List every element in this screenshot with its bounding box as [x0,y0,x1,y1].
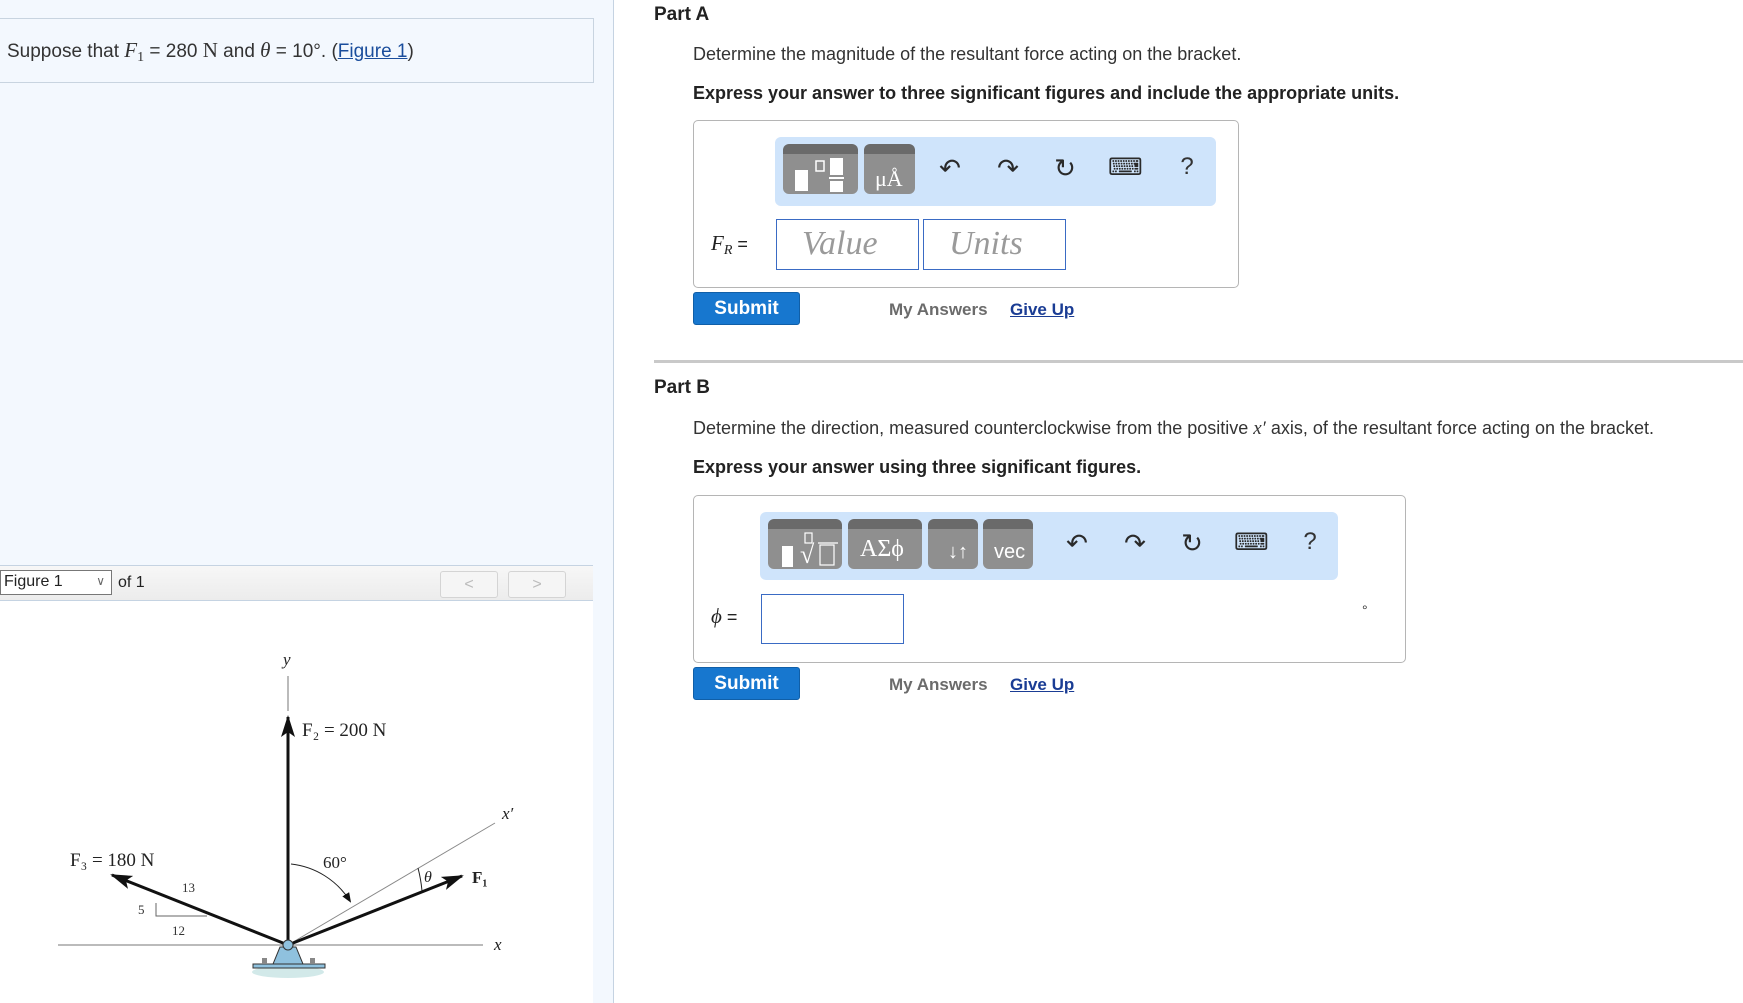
f1-letter: F [124,38,138,62]
angle-60-label: 60° [323,853,347,872]
keyboard-icon[interactable]: ⌨ [1108,153,1143,182]
units-icon: μÅ [875,166,903,191]
figure-area: y x x′ F₂ = 200 N F₃ = 180 N F₁ 60° θ 13… [0,601,593,1003]
part-a-my-answers: My Answers [889,300,988,319]
vec-icon: vec [994,541,1026,563]
degree-unit: ° [1362,602,1368,618]
greek-letters-button[interactable]: ΑΣϕ [848,519,922,569]
problem-text-prefix: Suppose that [7,41,125,62]
problem-statement-box: Suppose that F1 = 280 N and θ = 10°. (Fi… [0,18,594,83]
part-b-give-up-link[interactable]: Give Up [1010,675,1074,695]
part-b-answer-box: √ ΑΣϕ ↓↑ vec ↶ ↷ ↻ ⌨ ? ϕ = ° [693,495,1406,663]
slope-hyp-label: 13 [182,880,195,895]
x-axis-label: x [493,935,502,954]
problem-text-suffix: ) [407,41,414,62]
part-b-instruction: Express your answer using three signific… [693,457,1142,477]
part-divider [654,360,1743,363]
phi-label: ϕ = [711,604,737,629]
bolt-right [310,958,315,964]
phi-input[interactable] [761,594,904,644]
units-button[interactable]: μÅ [864,144,915,194]
part-b-question: Determine the direction, measured counte… [693,418,1654,440]
theta-label: θ [424,869,432,886]
part-a-give-up-link[interactable]: Give Up [1010,300,1074,320]
templates-icon [795,158,844,192]
reset-icon[interactable]: ↻ [1048,153,1082,184]
part-b-math-toolbar: √ ΑΣϕ ↓↑ vec ↶ ↷ ↻ ⌨ ? [760,512,1338,580]
part-a-question: Determine the magnitude of the resultant… [693,44,1242,64]
figure-count: of 1 [118,574,145,591]
phi-equals: = [721,607,738,627]
svg-text:√: √ [800,540,815,569]
problem-panel: Suppose that F1 = 280 N and θ = 10°. (Fi… [0,0,614,1003]
x-prime-axis [287,822,496,946]
part-a-answer-box: μÅ ↶ ↷ ↻ ⌨ ? FR = Value Units [693,120,1239,288]
units-input[interactable]: Units [923,219,1066,270]
undo-icon[interactable]: ↶ [1060,528,1094,559]
part-b-my-answers: My Answers [889,675,988,694]
part-b-title: Part B [654,377,710,398]
templates-button[interactable]: √ [768,519,842,569]
slope-run-label: 12 [172,923,185,938]
y-axis-label: y [281,650,291,669]
f1-symbol: F1 [124,38,144,65]
radical-templates-icon: √ [782,532,838,569]
x-prime-label: x′ [501,804,514,823]
templates-button[interactable] [783,144,858,194]
theta-symbol: θ [260,38,271,62]
problem-statement: Suppose that F1 = 280 N and θ = 10°. (Fi… [7,38,414,66]
fr-equals: = [732,234,748,254]
part-b-submit-button[interactable]: Submit [693,667,800,700]
redo-icon[interactable]: ↷ [991,153,1025,184]
theta-arc [417,867,423,892]
help-icon[interactable]: ? [1170,153,1204,181]
value-input[interactable]: Value [776,219,919,270]
chevron-right-icon: > [532,576,542,593]
vector-button[interactable]: vec [983,519,1033,569]
chevron-left-icon: < [464,576,474,593]
slope-rise-label: 5 [138,902,145,917]
theta-value: = 10°. ( [270,41,338,62]
part-b-question-prefix: Determine the direction, measured counte… [693,418,1254,438]
arrows-button[interactable]: ↓↑ [928,519,978,569]
fr-letter: F [711,231,724,255]
greek-icon: ΑΣϕ [860,536,904,562]
pin [282,939,294,951]
bracket-plate [252,963,326,969]
f2-label: F₂ = 200 N [302,720,387,741]
previous-figure-button[interactable]: < [440,571,498,598]
phi-symbol: ϕ [711,604,722,628]
figure-select[interactable]: Figure 1 ∨ [0,570,112,595]
bracket-force-diagram: y x x′ F₂ = 200 N F₃ = 180 N F₁ 60° θ 13… [58,650,514,978]
undo-icon[interactable]: ↶ [933,153,967,184]
figure-select-value: Figure 1 [4,573,63,590]
part-a-submit-button[interactable]: Submit [693,292,800,325]
x-prime-variable: x′ [1253,418,1266,439]
figure-navigator: Figure 1 ∨ of 1 < > [0,565,593,601]
keyboard-icon[interactable]: ⌨ [1234,528,1269,557]
part-a-math-toolbar: μÅ ↶ ↷ ↻ ⌨ ? [775,137,1216,206]
problem-text-mid: and [217,41,261,62]
next-figure-button[interactable]: > [508,571,566,598]
f1-label: F₁ [472,868,487,887]
figure-link[interactable]: Figure 1 [338,41,408,62]
fr-label: FR = [711,231,748,259]
chevron-down-icon: ∨ [96,574,105,588]
f1-value: = 280 [144,41,203,62]
reset-icon[interactable]: ↻ [1175,528,1209,559]
bolt-left [262,958,267,964]
help-icon[interactable]: ? [1293,528,1327,556]
arrows-icon: ↓↑ [948,541,968,563]
part-b-question-suffix: axis, of the resultant force acting on t… [1265,418,1655,438]
part-a-instruction: Express your answer to three significant… [693,83,1400,103]
part-a-title: Part A [654,4,710,25]
f1-vector [287,874,464,947]
f3-label: F₃ = 180 N [70,850,155,871]
f1-unit: N [202,38,218,62]
redo-icon[interactable]: ↷ [1118,528,1152,559]
